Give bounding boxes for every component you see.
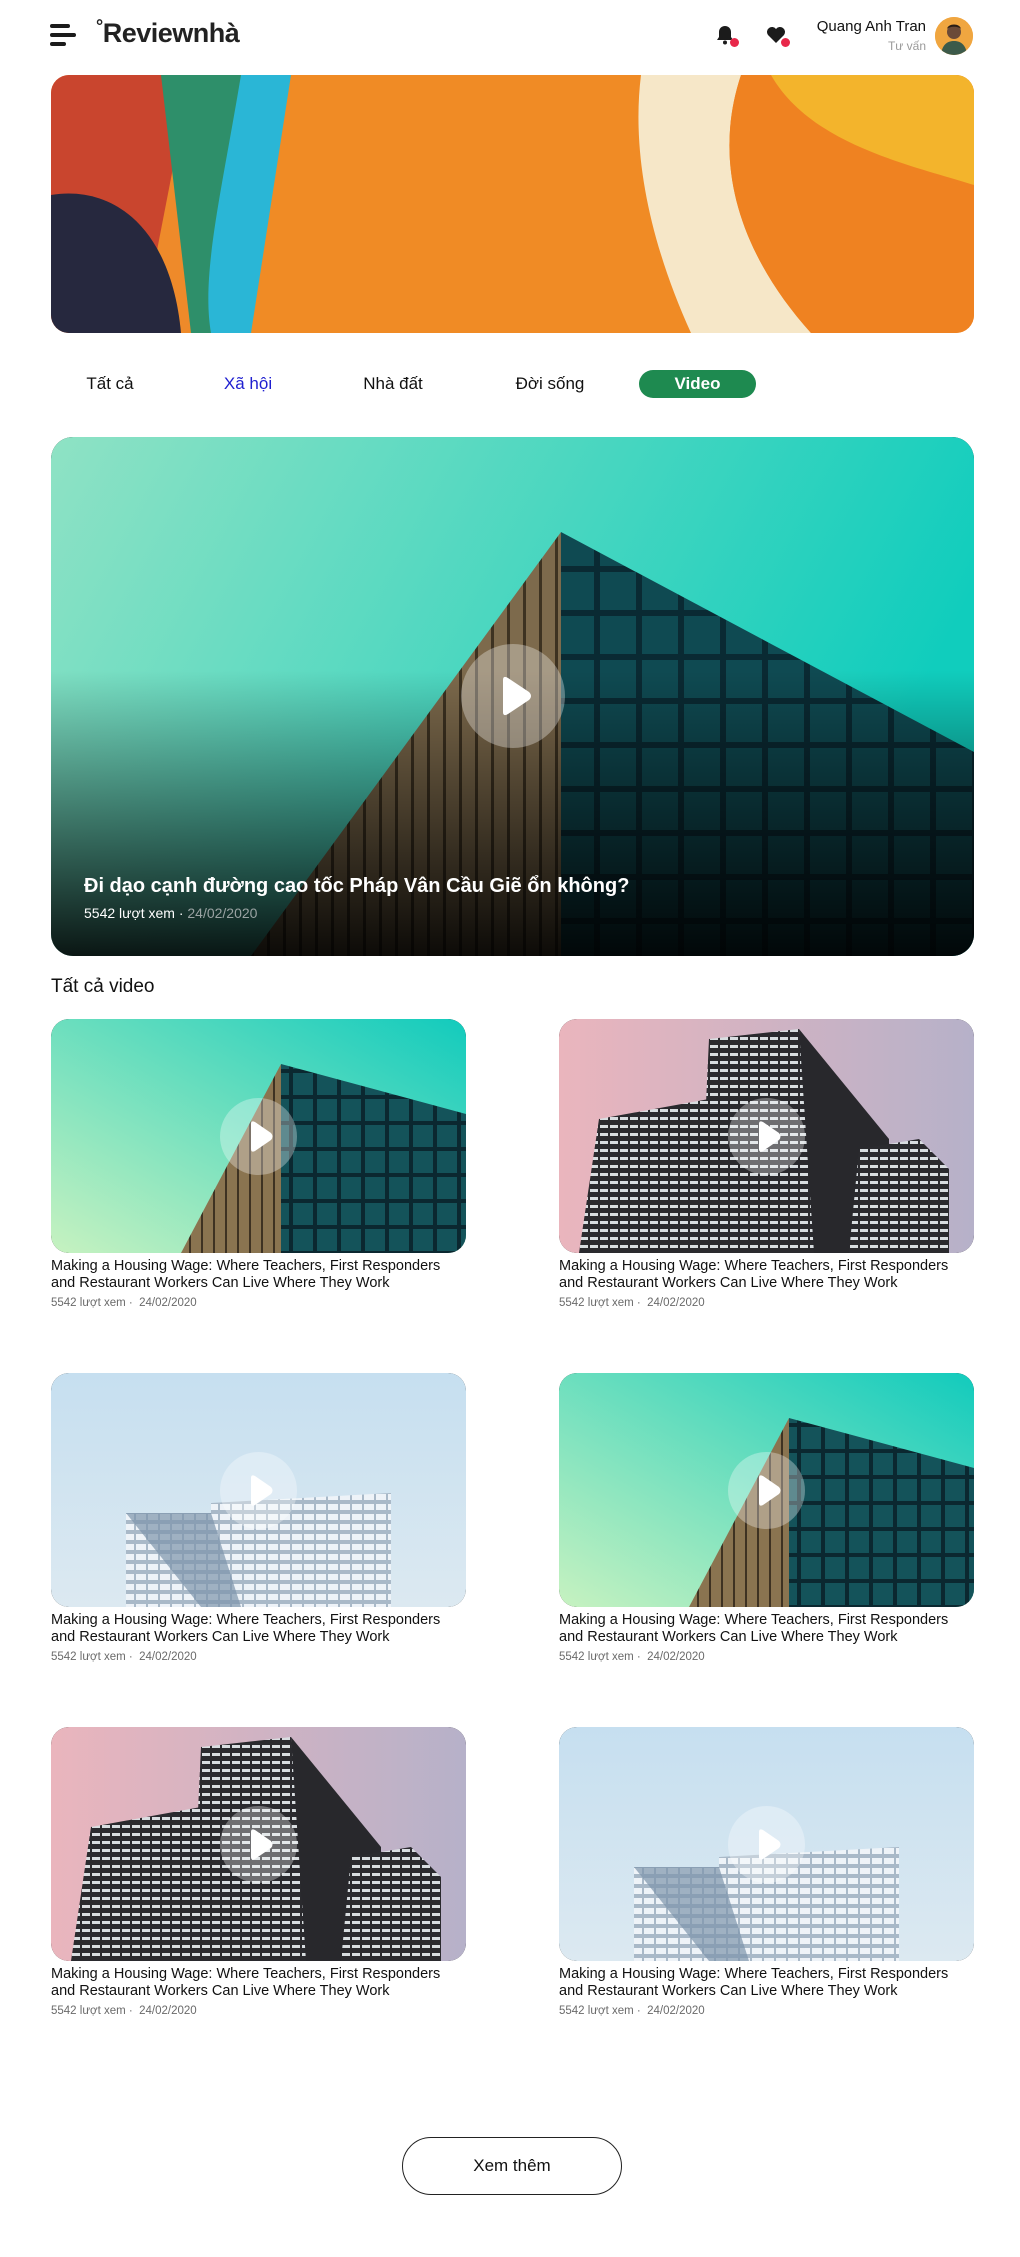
video-card[interactable]: Making a Housing Wage: Where Teachers, F… <box>559 1727 974 2017</box>
video-title[interactable]: Making a Housing Wage: Where Teachers, F… <box>559 1258 974 1292</box>
play-button[interactable] <box>220 1806 297 1883</box>
video-views: 5542 lượt xem · <box>51 1297 133 1309</box>
video-date: 24/02/2020 <box>139 1297 197 1309</box>
section-title: Tất cả video <box>51 976 155 997</box>
hero-banner[interactable] <box>51 75 974 333</box>
video-card[interactable]: Making a Housing Wage: Where Teachers, F… <box>559 1019 974 1309</box>
video-title[interactable]: Making a Housing Wage: Where Teachers, F… <box>559 1966 974 2000</box>
video-meta: 5542 lượt xem · 24/02/2020 <box>559 2005 974 2017</box>
tab-society[interactable]: Xã hội <box>198 370 298 398</box>
logo[interactable]: °Reviewnhà <box>96 16 240 49</box>
logo-mark: ° <box>96 16 103 36</box>
video-card[interactable]: Making a Housing Wage: Where Teachers, F… <box>559 1373 974 1663</box>
featured-video[interactable]: Đi dạo cạnh đường cao tốc Pháp Vân Cầu G… <box>51 437 974 956</box>
video-card[interactable]: Making a Housing Wage: Where Teachers, F… <box>51 1727 466 2017</box>
play-button[interactable] <box>461 644 565 748</box>
video-views: 5542 lượt xem · <box>559 1297 641 1309</box>
play-button[interactable] <box>220 1098 297 1175</box>
video-title[interactable]: Making a Housing Wage: Where Teachers, F… <box>51 1612 466 1646</box>
video-views: 5542 lượt xem · <box>559 2005 641 2017</box>
user-role: Tư vấn <box>887 39 926 53</box>
tab-real-estate[interactable]: Nhà đất <box>343 370 443 398</box>
user-name[interactable]: Quang Anh Tran <box>817 18 926 35</box>
notification-dot <box>730 38 739 47</box>
video-thumbnail[interactable] <box>51 1019 466 1253</box>
tab-video[interactable]: Video <box>639 370 756 398</box>
featured-title[interactable]: Đi dạo cạnh đường cao tốc Pháp Vân Cầu G… <box>84 875 629 898</box>
video-meta: 5542 lượt xem · 24/02/2020 <box>559 1651 974 1663</box>
video-views: 5542 lượt xem · <box>51 2005 133 2017</box>
video-meta: 5542 lượt xem · 24/02/2020 <box>51 2005 466 2017</box>
video-meta: 5542 lượt xem · 24/02/2020 <box>559 1297 974 1309</box>
video-date: 24/02/2020 <box>139 2005 197 2017</box>
play-button[interactable] <box>728 1098 805 1175</box>
video-title[interactable]: Making a Housing Wage: Where Teachers, F… <box>559 1612 974 1646</box>
video-meta: 5542 lượt xem · 24/02/2020 <box>51 1651 466 1663</box>
video-thumbnail[interactable] <box>51 1373 466 1607</box>
avatar[interactable] <box>935 17 973 55</box>
video-meta: 5542 lượt xem · 24/02/2020 <box>51 1297 466 1309</box>
video-card[interactable]: Making a Housing Wage: Where Teachers, F… <box>51 1373 466 1663</box>
video-thumbnail[interactable] <box>51 1727 466 1961</box>
play-button[interactable] <box>728 1806 805 1883</box>
video-date: 24/02/2020 <box>139 1651 197 1663</box>
play-button[interactable] <box>728 1452 805 1529</box>
bell-icon[interactable] <box>714 24 739 47</box>
video-thumbnail[interactable] <box>559 1019 974 1253</box>
video-card[interactable]: Making a Housing Wage: Where Teachers, F… <box>51 1019 466 1309</box>
video-thumbnail[interactable] <box>559 1727 974 1961</box>
video-views: 5542 lượt xem · <box>559 1651 641 1663</box>
video-title[interactable]: Making a Housing Wage: Where Teachers, F… <box>51 1966 466 2000</box>
menu-icon[interactable] <box>50 24 76 46</box>
tab-all[interactable]: Tất cả <box>60 370 160 398</box>
video-thumbnail[interactable] <box>559 1373 974 1607</box>
featured-meta: 5542 lượt xem · 24/02/2020 <box>84 905 257 921</box>
play-button[interactable] <box>220 1452 297 1529</box>
video-title[interactable]: Making a Housing Wage: Where Teachers, F… <box>51 1258 466 1292</box>
favorite-dot <box>781 38 790 47</box>
video-date: 24/02/2020 <box>647 1297 705 1309</box>
featured-date: 24/02/2020 <box>187 905 258 921</box>
video-date: 24/02/2020 <box>647 1651 705 1663</box>
tab-life[interactable]: Đời sống <box>500 370 600 398</box>
featured-views: 5542 lượt xem · <box>84 905 184 921</box>
video-date: 24/02/2020 <box>647 2005 705 2017</box>
heart-icon[interactable] <box>765 24 790 47</box>
load-more-button[interactable]: Xem thêm <box>402 2137 622 2195</box>
logo-text: Reviewnhà <box>102 18 240 48</box>
video-views: 5542 lượt xem · <box>51 1651 133 1663</box>
